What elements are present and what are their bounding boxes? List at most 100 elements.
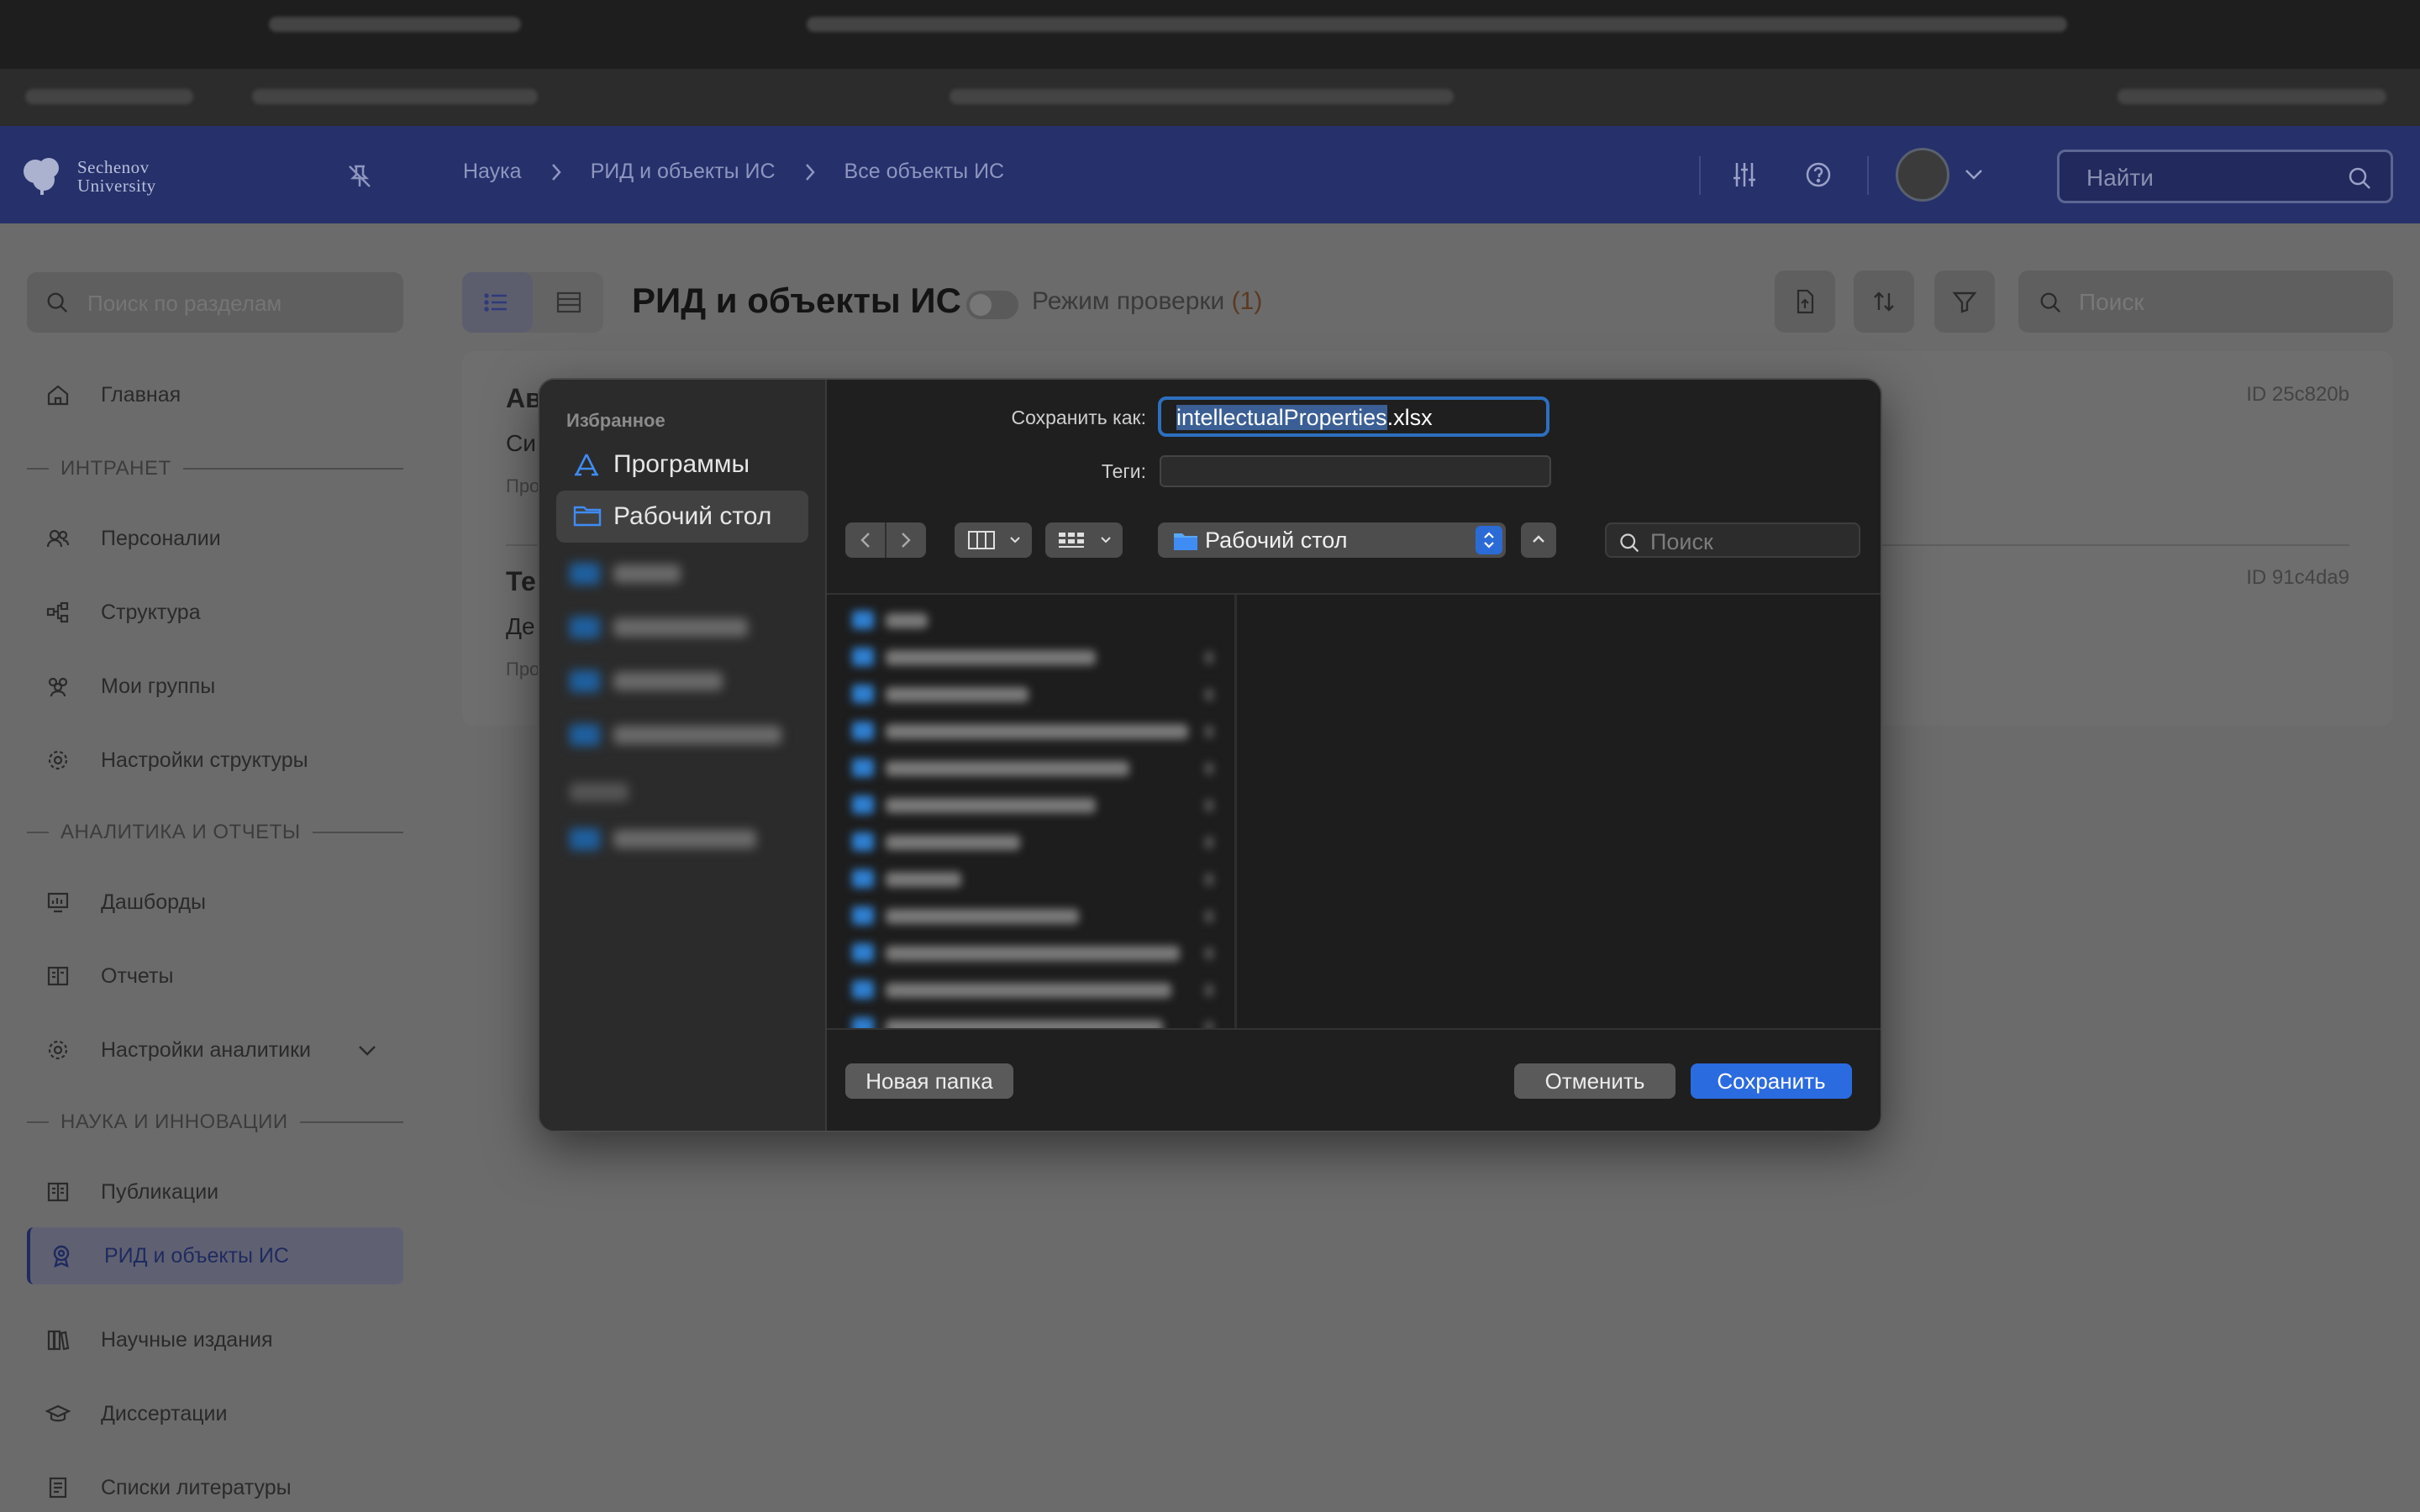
sidebar-item-home[interactable]: Главная: [27, 366, 403, 423]
chevron-up-icon: [1533, 535, 1544, 543]
file-row[interactable]: [852, 867, 1213, 892]
file-column: [827, 595, 1237, 1028]
user-avatar[interactable]: [1896, 148, 1949, 202]
new-folder-button[interactable]: Новая папка: [845, 1063, 1013, 1099]
tags-input[interactable]: [1160, 455, 1551, 487]
sidebar-item-dashboards[interactable]: Дашборды: [27, 874, 403, 931]
applications-icon: [575, 454, 598, 476]
sidebar-search-input[interactable]: Поиск по разделам: [27, 272, 403, 333]
breadcrumb-item[interactable]: Все объекты ИС: [844, 160, 1005, 184]
breadcrumb: Наука РИД и объекты ИС Все объекты ИС: [463, 160, 1004, 184]
export-button[interactable]: [1775, 270, 1835, 333]
file-row[interactable]: [852, 793, 1213, 818]
university-logo-text: Sechenov University: [77, 158, 156, 195]
home-icon: [47, 385, 69, 406]
favorite-label: Программы: [613, 450, 750, 478]
location-popup[interactable]: Рабочий стол: [1158, 522, 1506, 558]
card-title[interactable]: Ав: [506, 383, 542, 414]
groups-icon: [48, 677, 68, 697]
logo-line-2: University: [77, 176, 156, 196]
file-row[interactable]: [852, 682, 1213, 707]
back-icon[interactable]: [857, 531, 874, 549]
group-button[interactable]: [1045, 522, 1123, 558]
logo-line-1: Sechenov: [77, 157, 150, 177]
file-row[interactable]: [852, 719, 1213, 744]
section-label: АНАЛИТИКА И ОТЧЕТЫ: [60, 821, 301, 843]
sidebar-item-reports[interactable]: Отчеты: [27, 948, 403, 1005]
global-search-placeholder: Найти: [2086, 165, 2154, 191]
favorite-desktop[interactable]: Рабочий стол: [556, 491, 808, 543]
file-row[interactable]: [852, 978, 1213, 1003]
graduation-icon: [45, 1404, 71, 1422]
chevron-down-icon: [1010, 537, 1020, 543]
sidebar-item-bibliography[interactable]: Списки литературы: [27, 1459, 403, 1512]
check-mode-toggle[interactable]: [966, 291, 1018, 319]
sidebar-item-analytics-settings[interactable]: Настройки аналитики: [27, 1021, 403, 1079]
search-icon: [47, 292, 68, 313]
help-icon[interactable]: [1803, 160, 1833, 190]
card-title[interactable]: Те: [506, 566, 536, 597]
chevron-down-icon[interactable]: [356, 1041, 378, 1059]
sidebar-item-structure-settings[interactable]: Настройки структуры: [27, 732, 403, 789]
header-divider: [1867, 156, 1869, 195]
filename-input[interactable]: intellectualProperties.xlsx: [1158, 396, 1549, 437]
award-icon: [53, 1245, 70, 1268]
content-search-input[interactable]: Поиск: [2018, 270, 2393, 333]
sidebar-item-ip-objects[interactable]: РИД и объекты ИС: [27, 1227, 403, 1284]
collapse-button[interactable]: [1521, 522, 1556, 558]
card-id: ID 25c820b: [2246, 383, 2349, 406]
file-row[interactable]: [852, 941, 1213, 966]
content-search-placeholder: Поиск: [2079, 289, 2144, 315]
sidebar-item-label: Дашборды: [101, 890, 206, 914]
cancel-button[interactable]: Отменить: [1514, 1063, 1676, 1099]
sliders-icon[interactable]: [1729, 160, 1760, 190]
breadcrumb-item[interactable]: РИД и объекты ИС: [591, 160, 776, 184]
tab-placeholder: [807, 17, 2067, 32]
global-search-input[interactable]: Найти: [2057, 150, 2393, 203]
filter-button[interactable]: [1934, 270, 1995, 333]
breadcrumb-item[interactable]: Наука: [463, 160, 522, 184]
card-meta: Про: [506, 475, 540, 496]
unpin-icon[interactable]: [345, 161, 375, 192]
sidebar-search-placeholder: Поиск по разделам: [87, 291, 282, 316]
sidebar-item-label: Мои группы: [101, 674, 216, 698]
dialog-search-placeholder: Поиск: [1650, 529, 1713, 554]
table-view-icon[interactable]: [556, 291, 581, 314]
forward-icon[interactable]: [897, 531, 914, 549]
back-forward-buttons: [845, 522, 926, 558]
filename-selected-text: intellectualProperties: [1176, 405, 1387, 430]
up-down-icon: [1484, 532, 1494, 549]
sidebar-item-publications[interactable]: Публикации: [27, 1163, 403, 1221]
view-toggle: [462, 272, 603, 333]
file-row[interactable]: [852, 830, 1213, 855]
sidebar-item-people[interactable]: Персоналии: [27, 510, 403, 567]
file-row[interactable]: [852, 608, 1213, 633]
book-icon: [47, 1182, 69, 1202]
file-row[interactable]: [852, 756, 1213, 781]
gear-icon: [48, 750, 68, 770]
sidebar-item-my-groups[interactable]: Мои группы: [27, 658, 403, 715]
save-dialog: Избранное Программы Рабочий стол Сохрани…: [538, 378, 1882, 1132]
location-label: Рабочий стол: [1205, 528, 1348, 553]
sidebar-item-label: Диссертации: [101, 1401, 228, 1425]
url-field: [252, 89, 538, 104]
sidebar-item-structure[interactable]: Структура: [27, 584, 403, 641]
dialog-main: Сохранить как: intellectualProperties.xl…: [827, 380, 1881, 1131]
dialog-search-input[interactable]: Поиск: [1605, 522, 1860, 558]
list-view-button[interactable]: [462, 272, 533, 333]
list-book-icon: [49, 1477, 67, 1499]
save-button[interactable]: Сохранить: [1691, 1063, 1852, 1099]
sort-button[interactable]: [1854, 270, 1914, 333]
sidebar-item-dissertations[interactable]: Диссертации: [27, 1385, 403, 1442]
file-row[interactable]: [852, 645, 1213, 670]
favorite-applications[interactable]: Программы: [556, 438, 808, 491]
page-title: РИД и объекты ИС: [632, 281, 961, 320]
file-row[interactable]: [852, 904, 1213, 929]
file-row[interactable]: [852, 1015, 1213, 1028]
location-stepper: [1476, 526, 1502, 554]
sidebar-item-journals[interactable]: Научные издания: [27, 1311, 403, 1368]
chevron-down-icon[interactable]: [1963, 165, 1985, 183]
column-view-button[interactable]: [955, 522, 1032, 558]
sidebar-item-label: Настройки структуры: [101, 748, 308, 772]
list-icon: [484, 293, 507, 312]
